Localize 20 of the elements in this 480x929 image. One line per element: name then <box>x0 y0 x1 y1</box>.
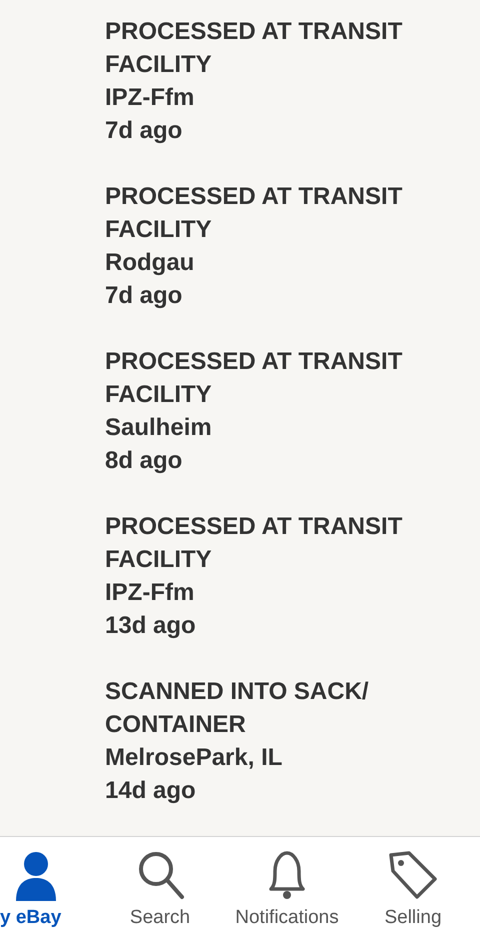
tab[interactable]: Selling <box>358 837 468 929</box>
event-location: MelrosePark, IL <box>105 743 284 773</box>
tab[interactable]: y eBay <box>0 837 70 929</box>
tab[interactable]: Notifications <box>222 837 352 929</box>
event-time: 14d ago <box>105 776 197 806</box>
event-location: Saulheim <box>105 413 213 443</box>
event-location: IPZ-Ffm <box>105 578 196 608</box>
event-status: PROCESSED AT TRANSIT FACILITY <box>105 17 404 80</box>
tag-icon <box>387 849 439 901</box>
event-time: 7d ago <box>105 116 184 146</box>
event-time: 13d ago <box>105 611 197 641</box>
event-status: SCANNED INTO SACK/ CONTAINER <box>105 677 370 740</box>
event-time: 8d ago <box>105 446 184 476</box>
tab[interactable]: Search <box>115 837 205 929</box>
event-location: IPZ-Ffm <box>105 83 196 113</box>
event-status: PROCESSED AT TRANSIT FACILITY <box>105 347 404 410</box>
event-location: Rodgau <box>105 248 196 278</box>
event-time: 7d ago <box>105 281 184 311</box>
event-status: PROCESSED AT TRANSIT FACILITY <box>105 182 404 245</box>
event-status: PROCESSED AT TRANSIT FACILITY <box>105 512 404 575</box>
